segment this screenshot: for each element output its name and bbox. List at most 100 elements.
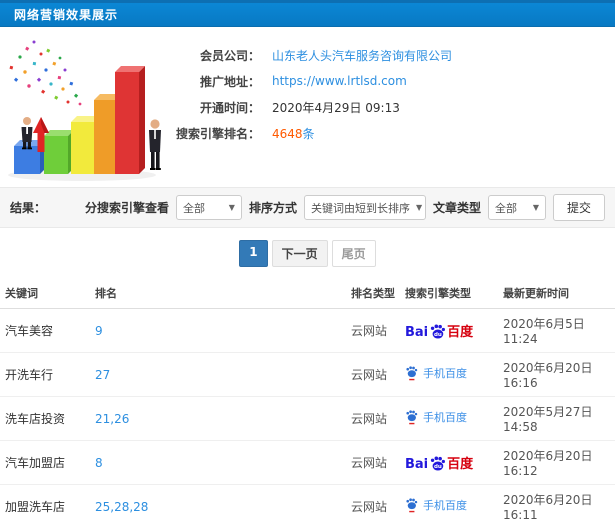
- baidu-logo: Bai du 百度: [405, 323, 473, 339]
- last-page-button[interactable]: 尾页: [331, 240, 376, 267]
- promotion-url-link[interactable]: https://www.lrtlsd.com: [272, 74, 407, 88]
- engine-cell: Bai du 百度: [400, 308, 498, 353]
- company-label: 会员公司：: [199, 48, 260, 63]
- pagination: 1 下一页 尾页: [0, 228, 615, 277]
- mobile-baidu-paw-icon: [406, 366, 418, 381]
- result-label: 结果：: [10, 201, 47, 215]
- updated-cell: 2020年6月5日 11:24: [498, 308, 615, 353]
- info-row-url: 推广地址： https://www.lrtlsd.com: [168, 68, 452, 94]
- baidu-paw-icon: du: [431, 456, 446, 471]
- rank-count: 4648: [272, 126, 303, 141]
- baidu-logo-bai: Bai: [405, 324, 429, 340]
- rank-type-cell: 云网站: [346, 352, 400, 397]
- updated-cell: 2020年6月20日 16:12: [498, 440, 615, 485]
- info-row-opened: 开通时间： 2020年4月29日 09:13: [168, 94, 452, 120]
- opened-label: 开通时间：: [199, 100, 260, 115]
- next-page-button[interactable]: 下一页: [271, 240, 328, 267]
- company-link[interactable]: 山东老人头汽车服务咨询有限公司: [272, 47, 452, 64]
- keyword-cell: 加盟洗车店: [0, 484, 90, 520]
- engine-filter-label: 分搜索引擎查看: [84, 201, 169, 215]
- keyword-cell: 洗车店投资: [0, 396, 90, 441]
- keyword-cell: 汽车加盟店: [0, 440, 90, 485]
- article-type-select-value: 全部: [494, 201, 517, 215]
- table-body: 汽车美容 9 云网站 Bai du 百度 2020年6月5日 11:24 开洗车…: [0, 308, 615, 520]
- opened-value: 2020年4月29日 09:13: [272, 100, 400, 115]
- updated-cell: 2020年6月20日 16:11: [498, 484, 615, 520]
- page-title: 网络营销效果展示: [14, 8, 119, 22]
- info-row-company: 会员公司： 山东老人头汽车服务咨询有限公司: [168, 42, 452, 68]
- engine-cell: 手机百度: [400, 396, 498, 441]
- article-type-label: 文章类型: [432, 201, 481, 215]
- header-keyword: 关键词: [0, 277, 90, 309]
- top-header: 网络营销效果展示: [0, 0, 615, 27]
- rank-cell[interactable]: 27: [90, 352, 346, 397]
- updated-cell: 2020年6月20日 16:16: [498, 352, 615, 397]
- rank-label: 搜索引擎排名：: [175, 126, 260, 141]
- mobile-baidu-badge: 手机百度: [405, 497, 467, 513]
- updated-cell: 2020年5月27日 14:58: [498, 396, 615, 441]
- baidu-logo: Bai du 百度: [405, 455, 473, 471]
- table-row: 汽车加盟店 8 云网站 Bai du 百度 2020年6月20日 16:12: [0, 440, 615, 485]
- engine-select[interactable]: 全部 ▼: [175, 195, 242, 220]
- baidu-logo-du: du: [434, 464, 442, 470]
- filter-controls: 分搜索引擎查看 全部 ▼ 排序方式 关键词由短到长排序 ▼ 文章类型 全部 ▼ …: [85, 194, 605, 221]
- header-updated: 最新更新时间: [498, 277, 615, 309]
- baidu-paw-icon: du: [431, 324, 446, 339]
- mobile-baidu-label: 手机百度: [423, 499, 467, 512]
- mobile-baidu-label: 手机百度: [423, 411, 467, 424]
- account-info: 会员公司： 山东老人头汽车服务咨询有限公司 推广地址： https://www.…: [168, 32, 452, 187]
- page-button-current[interactable]: 1: [239, 240, 268, 267]
- keyword-cell: 开洗车行: [0, 352, 90, 397]
- bar-red: [115, 66, 145, 174]
- table-row: 加盟洗车店 25,28,28 云网站 手机百度 2020年6月20日 16:11: [0, 484, 615, 520]
- baidu-logo-cn: 百度: [447, 324, 474, 340]
- growth-chart-clipart: [8, 40, 161, 181]
- summary-section: 会员公司： 山东老人头汽车服务咨询有限公司 推广地址： https://www.…: [0, 27, 615, 187]
- mobile-baidu-paw-icon: [406, 410, 418, 425]
- mobile-baidu-badge: 手机百度: [405, 409, 467, 425]
- mobile-baidu-label: 手机百度: [423, 367, 467, 380]
- businessman-right: [149, 119, 161, 170]
- header-rank-type: 排名类型: [346, 277, 400, 309]
- url-label: 推广地址：: [199, 74, 260, 89]
- chevron-down-icon: ▼: [532, 203, 539, 212]
- bar-chart-illustration: [0, 32, 168, 184]
- rank-type-cell: 云网站: [346, 440, 400, 485]
- chevron-down-icon: ▼: [228, 203, 235, 212]
- submit-button[interactable]: 提交: [552, 194, 605, 221]
- sort-label: 排序方式: [248, 201, 297, 215]
- table-header-row: 关键词 排名 排名类型 搜索引擎类型 最新更新时间: [0, 277, 615, 309]
- engine-select-value: 全部: [182, 201, 205, 215]
- rank-type-cell: 云网站: [346, 308, 400, 353]
- rank-cell[interactable]: 8: [90, 440, 346, 485]
- baidu-logo-bai: Bai: [405, 456, 429, 472]
- engine-cell: 手机百度: [400, 484, 498, 520]
- info-row-rank: 搜索引擎排名： 4648条: [168, 120, 452, 146]
- baidu-logo-cn: 百度: [447, 456, 474, 472]
- rank-cell[interactable]: 21,26: [90, 396, 346, 441]
- table-row: 开洗车行 27 云网站 手机百度 2020年6月20日 16:16: [0, 352, 615, 397]
- rank-unit-link[interactable]: 条: [303, 127, 315, 141]
- rank-cell[interactable]: 25,28,28: [90, 484, 346, 520]
- sort-select-value: 关键词由短到长排序: [310, 201, 410, 215]
- mobile-baidu-badge: 手机百度: [405, 365, 467, 381]
- engine-cell: Bai du 百度: [400, 440, 498, 485]
- rank-type-cell: 云网站: [346, 484, 400, 520]
- keyword-cell: 汽车美容: [0, 308, 90, 353]
- bar-green: [44, 130, 74, 174]
- header-engine-type: 搜索引擎类型: [400, 277, 498, 309]
- filter-bar: 结果： 分搜索引擎查看 全部 ▼ 排序方式 关键词由短到长排序 ▼ 文章类型 全…: [0, 187, 615, 228]
- table-row: 汽车美容 9 云网站 Bai du 百度 2020年6月5日 11:24: [0, 308, 615, 353]
- table-row: 洗车店投资 21,26 云网站 手机百度 2020年5月27日 14:58: [0, 396, 615, 441]
- sort-select[interactable]: 关键词由短到长排序 ▼: [303, 195, 426, 220]
- baidu-logo-du: du: [434, 332, 442, 338]
- rank-value: 4648条: [272, 125, 315, 142]
- header-rank: 排名: [90, 277, 346, 309]
- rank-cell[interactable]: 9: [90, 308, 346, 353]
- confetti-dots: [9, 40, 82, 106]
- mobile-baidu-paw-icon: [406, 498, 418, 513]
- results-table: 关键词 排名 排名类型 搜索引擎类型 最新更新时间 汽车美容 9 云网站 Bai…: [0, 277, 615, 520]
- engine-cell: 手机百度: [400, 352, 498, 397]
- chevron-down-icon: ▼: [415, 203, 423, 212]
- article-type-select[interactable]: 全部 ▼: [487, 195, 546, 220]
